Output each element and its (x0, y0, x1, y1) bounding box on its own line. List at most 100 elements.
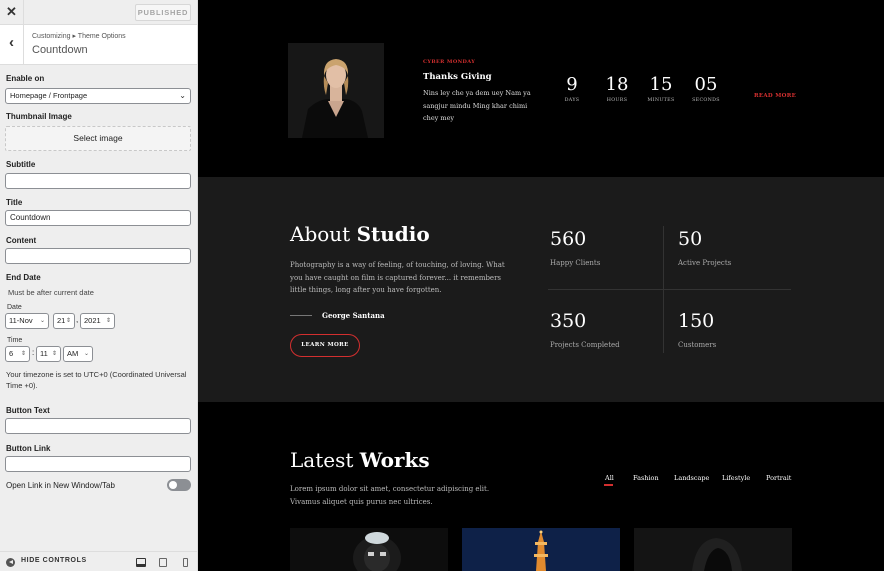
filter-all[interactable]: All (605, 474, 614, 482)
work-thumbnail[interactable] (290, 528, 448, 571)
site-preview: CYBER MONDAY Thanks Giving Nins ley che … (198, 0, 884, 571)
work-thumbnail[interactable] (462, 528, 620, 571)
stat-happy-clients: 560 Happy Clients (550, 228, 600, 267)
about-text: Photography is a way of feeling, of touc… (290, 261, 505, 294)
content-input[interactable] (5, 248, 191, 264)
time-label: Time (7, 337, 23, 344)
subtitle-input[interactable] (5, 173, 191, 189)
year-input[interactable]: 2021 ⇕ (80, 313, 115, 329)
title-label: Title (6, 198, 23, 207)
stat-value: 150 (678, 310, 715, 332)
chevron-down-icon: ⌄ (179, 91, 186, 100)
works-title: Latest Works (290, 448, 430, 472)
year-value: 2021 (84, 316, 101, 325)
mobile-icon[interactable] (183, 558, 188, 567)
customizer-footer: HIDE CONTROLS (0, 551, 197, 571)
thumbnail-label: Thumbnail Image (6, 112, 72, 121)
active-filter-underline (604, 484, 613, 486)
stepper-icon: ⇕ (65, 318, 71, 324)
hour-value: 6 (9, 349, 14, 358)
select-image-button[interactable]: Select image (5, 126, 191, 151)
button-link-label: Button Link (6, 444, 51, 453)
stat-value: 50 (678, 228, 703, 250)
work-image-landscape (462, 528, 620, 571)
hours-value: 18 (605, 74, 629, 95)
subtitle-label: Subtitle (6, 160, 36, 169)
hide-controls-icon[interactable] (6, 558, 15, 567)
stat-label: Happy Clients (550, 259, 601, 267)
seconds-label: SECONDS (692, 98, 720, 103)
filter-fashion[interactable]: Fashion (633, 474, 659, 482)
stat-value: 350 (550, 310, 587, 332)
countdown-minutes: 15 MINUTES (639, 74, 683, 103)
title-input[interactable]: Countdown (5, 210, 191, 226)
ampm-value: AM (67, 349, 79, 358)
time-separator: : (32, 348, 35, 357)
end-date-description: Must be after current date (8, 288, 94, 297)
new-window-label: Open Link in New Window/Tab (6, 481, 115, 490)
enable-on-label: Enable on (6, 74, 45, 83)
filter-lifestyle[interactable]: Lifestyle (722, 474, 750, 482)
back-icon[interactable]: ‹ (0, 25, 24, 64)
toggle-knob (169, 481, 177, 489)
works-title-light: Latest (290, 448, 354, 472)
month-value: 11-Nov (9, 316, 33, 325)
tablet-icon[interactable] (159, 558, 167, 567)
date-separator: , (76, 315, 79, 324)
chevron-down-icon: ⌄ (39, 318, 45, 324)
minutes-value: 15 (649, 74, 673, 95)
new-window-toggle[interactable] (167, 479, 191, 491)
works-title-bold: Works (359, 448, 430, 472)
read-more-link[interactable]: READ MORE (754, 93, 796, 99)
day-value: 21 (57, 316, 66, 325)
works-section: Latest Works Lorem ipsum dolor sit amet,… (198, 402, 884, 571)
customizer-topbar: ✕ PUBLISHED (0, 0, 197, 25)
button-link-input[interactable] (5, 456, 191, 472)
countdown-thumbnail (288, 43, 384, 138)
minute-input[interactable]: 11 ⇕ (36, 346, 61, 362)
stat-customers: 150 Customers (678, 310, 716, 349)
hide-controls-button[interactable]: HIDE CONTROLS (21, 557, 87, 564)
button-text-input[interactable] (5, 418, 191, 434)
breadcrumb: Customizing ▸ Theme Options (32, 33, 126, 40)
stat-label: Projects Completed (550, 341, 620, 349)
hour-input[interactable]: 6 ⇕ (5, 346, 30, 362)
close-icon[interactable]: ✕ (0, 0, 24, 24)
hours-label: HOURS (606, 98, 628, 103)
about-title-bold: Studio (356, 222, 430, 246)
desktop-icon[interactable] (136, 558, 146, 567)
stat-label: Customers (678, 341, 717, 349)
learn-more-button[interactable]: LEARN MORE (290, 334, 360, 357)
ampm-select[interactable]: AM ⌄ (63, 346, 93, 362)
chevron-down-icon: ⌄ (83, 351, 89, 357)
enable-on-select[interactable]: Homepage / Frontpage ⌄ (5, 88, 191, 104)
days-value: 9 (566, 74, 578, 95)
day-input[interactable]: 21 ⇕ (53, 313, 75, 329)
enable-on-value: Homepage / Frontpage (10, 91, 88, 100)
work-image-portrait (290, 528, 448, 571)
month-select[interactable]: 11-Nov ⌄ (5, 313, 49, 329)
filter-portrait[interactable]: Portrait (766, 474, 791, 482)
customizer-sidebar: ✕ PUBLISHED ‹ Customizing ▸ Theme Option… (0, 0, 198, 571)
countdown-kicker: CYBER MONDAY (423, 59, 476, 65)
countdown-title: Thanks Giving (423, 72, 492, 82)
author-divider (290, 315, 312, 316)
countdown-days: 9 DAYS (550, 74, 594, 103)
button-text-label: Button Text (6, 406, 50, 415)
stat-value: 560 (550, 228, 587, 250)
filter-landscape[interactable]: Landscape (674, 474, 709, 482)
countdown-hours: 18 HOURS (595, 74, 639, 103)
stat-projects-completed: 350 Projects Completed (550, 310, 620, 349)
countdown-section: CYBER MONDAY Thanks Giving Nins ley che … (198, 0, 884, 177)
works-text: Lorem ipsum dolor sit amet, consectetur … (290, 485, 490, 506)
stat-active-projects: 50 Active Projects (678, 228, 731, 267)
published-button[interactable]: PUBLISHED (135, 4, 191, 21)
section-title: Countdown (32, 44, 88, 56)
end-date-label: End Date (6, 273, 41, 282)
work-thumbnail[interactable] (634, 528, 792, 571)
countdown-text: Nins ley che ya dem uey Nam ya sangjur m… (423, 89, 531, 122)
days-label: DAYS (564, 98, 580, 103)
minutes-label: MINUTES (647, 98, 675, 103)
about-section: About Studio Photography is a way of fee… (198, 177, 884, 402)
countdown-seconds: 05 SECONDS (684, 74, 728, 103)
